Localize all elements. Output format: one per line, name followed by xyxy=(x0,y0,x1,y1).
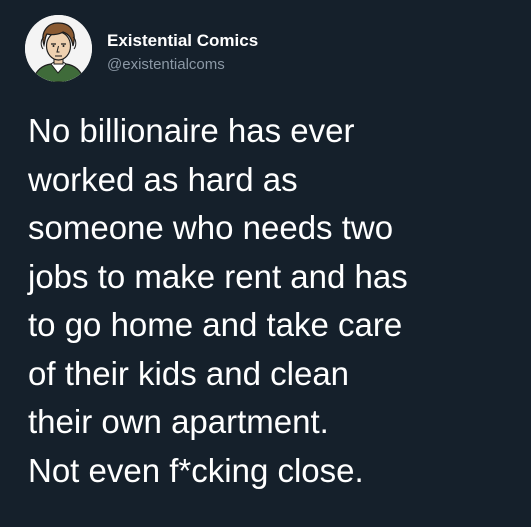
avatar[interactable] xyxy=(25,15,92,82)
author-display-name[interactable]: Existential Comics xyxy=(107,31,258,51)
tweet-text-line: Not even f*cking close. xyxy=(28,451,364,489)
tweet-text-line: of their kids and clean xyxy=(28,354,350,392)
tweet-text-line: worked as hard as xyxy=(28,160,298,198)
author-handle[interactable]: @existentialcoms xyxy=(107,56,225,74)
tweet-text-line: their own apartment. xyxy=(28,403,329,440)
tweet-text-line: to go home and take care xyxy=(28,306,403,343)
tweet-text-line: jobs to make rent and has xyxy=(28,257,408,295)
tweet-text-line: No billionaire has ever xyxy=(28,112,355,149)
cartoon-portrait-avatar-icon xyxy=(25,15,92,82)
tweet-card: Existential Comics @existentialcoms No b… xyxy=(0,0,531,527)
tweet-text: No billionaire has ever worked as hard a… xyxy=(28,107,523,495)
tweet-text-line: someone who needs two xyxy=(28,209,394,246)
